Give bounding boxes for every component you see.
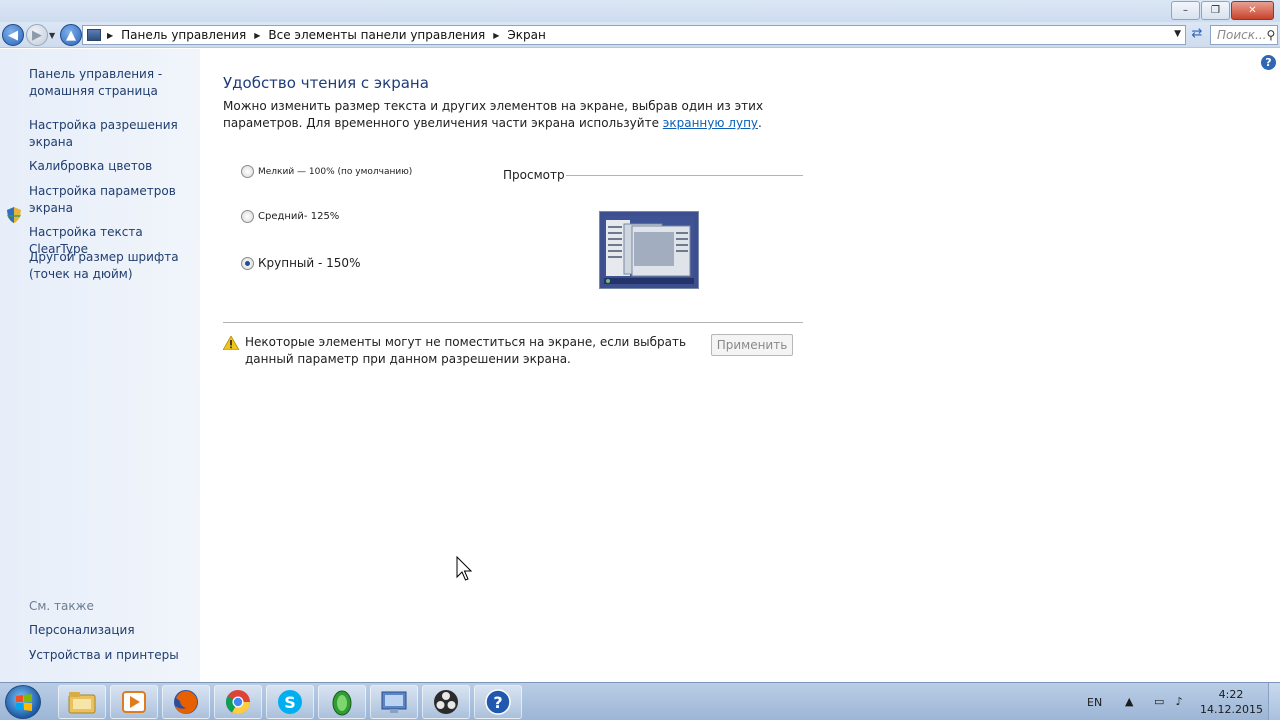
green-app-icon [332, 690, 352, 716]
up-level-button[interactable]: ▲ [60, 24, 82, 46]
window-controls: – ❐ ✕ [1170, 1, 1274, 20]
clock-time: 4:22 [1218, 688, 1244, 701]
description-end: . [758, 116, 762, 130]
breadcrumb-separator-icon[interactable]: ▶ [254, 31, 260, 40]
skype-icon: S [278, 690, 302, 714]
taskbar-chrome[interactable] [214, 685, 262, 719]
explorer-icon [68, 692, 96, 714]
obs-icon [434, 690, 458, 714]
option-small[interactable]: Мелкий — 100% (по умолчанию) [241, 165, 412, 178]
network-icon[interactable]: ▭ [1152, 695, 1166, 709]
taskbar-help[interactable]: ? [474, 685, 522, 719]
search-input[interactable]: Поиск... [1217, 28, 1266, 42]
taskbar-firefox[interactable] [162, 685, 210, 719]
warning-icon [223, 336, 239, 350]
refresh-button[interactable]: ⇄ [1188, 26, 1206, 44]
back-button[interactable]: ◀ [2, 24, 24, 46]
arrow-up-icon: ▲ [66, 27, 76, 43]
radio-large[interactable] [241, 256, 254, 270]
help-icon[interactable]: ? [1261, 55, 1276, 70]
warning-text: Некоторые элементы могут не поместиться … [245, 335, 687, 366]
main-content: ? Удобство чтения с экрана Можно изменит… [200, 49, 1280, 682]
option-large[interactable]: Крупный - 150% [241, 256, 360, 270]
radio-medium[interactable] [241, 210, 254, 223]
warning-divider [223, 322, 803, 323]
sidebar-link-display-settings[interactable]: Настройка параметров экрана [29, 183, 194, 217]
option-large-label[interactable]: Крупный - 150% [258, 256, 360, 270]
taskbar-green-app[interactable] [318, 685, 366, 719]
taskbar-obs[interactable] [422, 685, 470, 719]
minimize-button[interactable]: – [1171, 1, 1200, 20]
search-icon[interactable]: ⚲ [1266, 28, 1277, 42]
see-also-heading: См. также [29, 599, 94, 613]
chrome-icon [225, 690, 250, 715]
preview-image [599, 211, 699, 289]
arrow-left-icon: ◀ [8, 27, 18, 43]
show-desktop-button[interactable] [1268, 683, 1280, 720]
firefox-icon [174, 690, 198, 714]
search-box[interactable]: Поиск... ⚲ [1210, 25, 1278, 45]
sidebar-link-dpi[interactable]: Другой размер шрифта (точек на дюйм) [29, 249, 194, 283]
breadcrumb-control-panel[interactable]: Панель управления [121, 28, 246, 42]
show-hidden-icons-icon[interactable]: ▲ [1122, 695, 1136, 709]
maximize-button[interactable]: ❐ [1201, 1, 1230, 20]
page-description: Можно изменить размер текста и других эл… [223, 98, 803, 132]
volume-icon[interactable]: ♪ [1172, 695, 1186, 709]
apply-button[interactable]: Применить [711, 334, 793, 356]
option-small-label[interactable]: Мелкий — 100% (по умолчанию) [258, 167, 412, 177]
address-bar[interactable]: ▶ Панель управления ▶ Все элементы панел… [82, 25, 1186, 45]
system-tray: EN ▲ ▭ ♪ [1080, 683, 1186, 720]
radio-small[interactable] [241, 165, 254, 178]
recent-pages-dropdown-icon[interactable]: ▼ [49, 31, 55, 40]
preview-thumbnail-icon [604, 216, 694, 284]
navigation-bar: ◀ ▶ ▼ ▲ ▶ Панель управления ▶ Все элемен… [0, 22, 1280, 48]
start-button[interactable] [5, 685, 41, 719]
clock[interactable]: 4:22 14.12.2015 [1200, 687, 1263, 717]
option-medium[interactable]: Средний- 125% [241, 210, 339, 223]
sidebar-link-calibrate[interactable]: Калибровка цветов [29, 158, 194, 175]
clock-date: 14.12.2015 [1200, 703, 1263, 716]
sidebar-link-home[interactable]: Панель управления - домашняя страница [29, 66, 194, 100]
media-player-icon [122, 691, 146, 713]
taskbar: S ? EN ▲ ▭ ♪ 4:22 14.12.2015 [0, 682, 1280, 720]
svg-text:?: ? [493, 693, 502, 712]
sidebar-link-devices-printers[interactable]: Устройства и принтеры [29, 647, 194, 664]
breadcrumb-separator-icon[interactable]: ▶ [493, 31, 499, 40]
help-icon: ? [485, 689, 511, 715]
breadcrumb-all-items[interactable]: Все элементы панели управления [268, 28, 485, 42]
magnifier-link[interactable]: экранную лупу [663, 116, 758, 130]
control-panel-location-icon [87, 29, 101, 41]
mouse-cursor-icon [456, 556, 472, 581]
refresh-icon: ⇄ [1191, 26, 1203, 41]
breadcrumb-separator-icon[interactable]: ▶ [107, 31, 113, 40]
preview-label: Просмотр [503, 168, 565, 182]
sidebar-link-personalization[interactable]: Персонализация [29, 622, 194, 639]
sidebar-link-resolution[interactable]: Настройка разрешения экрана [29, 117, 194, 151]
taskbar-media-player[interactable] [110, 685, 158, 719]
arrow-right-icon: ▶ [32, 27, 42, 43]
taskbar-skype[interactable]: S [266, 685, 314, 719]
windows-logo-icon [16, 694, 32, 711]
control-panel-icon [381, 691, 407, 713]
language-indicator[interactable]: EN [1087, 696, 1102, 709]
svg-text:S: S [284, 693, 296, 712]
taskbar-control-panel[interactable] [370, 685, 418, 719]
page-title: Удобство чтения с экрана [223, 74, 429, 92]
breadcrumb-display[interactable]: Экран [507, 28, 545, 42]
forward-button[interactable]: ▶ [26, 24, 48, 46]
taskbar-explorer[interactable] [58, 685, 106, 719]
preview-divider [566, 175, 803, 176]
address-dropdown-icon[interactable]: ▼ [1174, 29, 1181, 39]
window-titlebar: – ❐ ✕ [0, 0, 1280, 22]
shield-icon [7, 207, 21, 223]
option-medium-label[interactable]: Средний- 125% [258, 211, 339, 222]
close-button[interactable]: ✕ [1231, 1, 1274, 20]
task-pane: Панель управления - домашняя страница На… [0, 49, 200, 682]
